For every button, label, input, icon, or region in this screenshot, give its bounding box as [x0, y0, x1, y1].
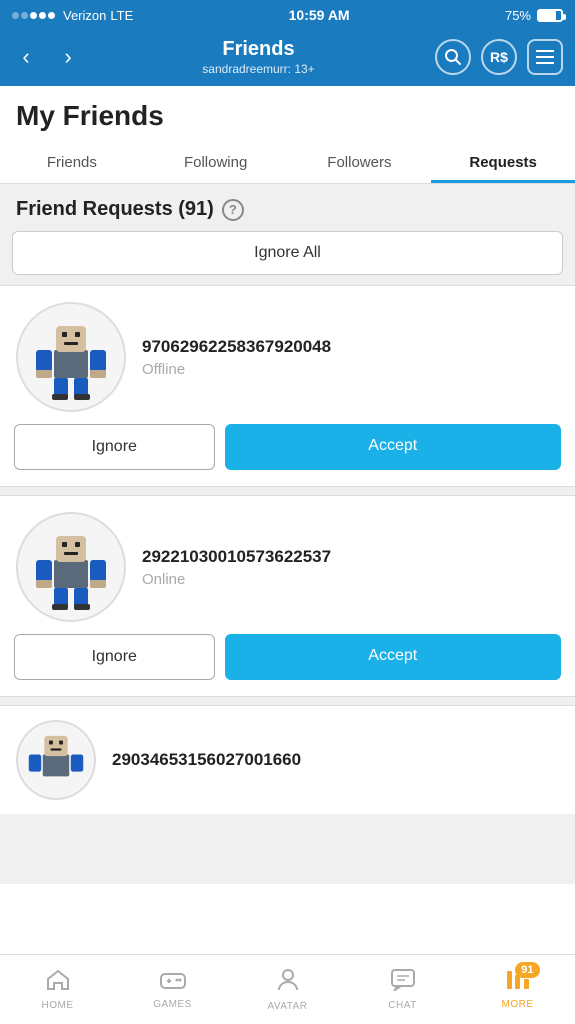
avatar-partial	[16, 720, 96, 800]
dot-3	[30, 12, 37, 19]
status-left: Verizon LTE	[12, 8, 133, 23]
request-card-1: 97062962258367920048 Offline Ignore Acce…	[0, 285, 575, 487]
header-nav: ‹ ›	[12, 44, 82, 70]
nav-more-label: MORE	[502, 999, 534, 1010]
accept-button-2[interactable]: Accept	[225, 634, 562, 680]
robux-icon: R$	[490, 49, 508, 65]
accept-button-1[interactable]: Accept	[225, 424, 562, 470]
status-right: 75%	[505, 8, 563, 23]
home-icon	[46, 969, 70, 997]
roblox-avatar-svg-partial	[21, 725, 91, 795]
user-info-1: 97062962258367920048 Offline	[142, 337, 559, 378]
tab-bar: Friends Following Followers Requests	[0, 142, 575, 184]
roblox-avatar-svg-1	[26, 312, 116, 402]
tab-following[interactable]: Following	[144, 142, 288, 183]
avatar-1	[16, 302, 126, 412]
header-subtitle: sandradreemurr: 13+	[202, 62, 314, 76]
games-icon	[160, 970, 186, 996]
nav-avatar-label: AVATAR	[267, 1001, 307, 1012]
nav-more[interactable]: 91 MORE	[460, 955, 575, 1024]
chat-icon	[391, 969, 415, 997]
section-header: Friend Requests (91) ?	[0, 184, 575, 231]
bottom-nav: HOME GAMES AVATAR	[0, 954, 575, 1024]
network-type: LTE	[110, 8, 133, 23]
header-actions: R$	[435, 39, 563, 75]
user-info-2: 29221030010573622537 Online	[142, 547, 559, 588]
nav-home[interactable]: HOME	[0, 955, 115, 1024]
request-card-2: 29221030010573622537 Online Ignore Accep…	[0, 495, 575, 697]
nav-home-label: HOME	[42, 1000, 74, 1011]
back-button[interactable]: ‹	[12, 44, 40, 70]
section-title: Friend Requests (91)	[16, 198, 214, 221]
username-1: 97062962258367920048	[142, 337, 559, 357]
card-actions-2: Ignore Accept	[0, 634, 575, 696]
username-partial: 29034653156027001660	[112, 750, 559, 770]
menu-icon	[536, 50, 554, 64]
signal-dots	[12, 12, 55, 19]
card-actions-1: Ignore Accept	[0, 424, 575, 486]
app-header: ‹ › Friends sandradreemurr: 13+ R$	[0, 30, 575, 86]
help-icon[interactable]: ?	[222, 199, 244, 221]
nav-chat-label: CHAT	[388, 1000, 416, 1011]
robux-button[interactable]: R$	[481, 39, 517, 75]
status-1: Offline	[142, 361, 559, 378]
forward-button[interactable]: ›	[54, 44, 82, 70]
page-title: My Friends	[0, 86, 575, 142]
search-button[interactable]	[435, 39, 471, 75]
dot-1	[12, 12, 19, 19]
main-content: Friend Requests (91) ? Ignore All	[0, 184, 575, 884]
roblox-avatar-svg-2	[26, 522, 116, 612]
nav-chat[interactable]: CHAT	[345, 955, 460, 1024]
ignore-all-button[interactable]: Ignore All	[12, 231, 563, 275]
card-info-2: 29221030010573622537 Online	[0, 496, 575, 634]
avatar-icon	[277, 968, 299, 998]
tab-requests[interactable]: Requests	[431, 142, 575, 183]
header-title: Friends	[202, 38, 314, 61]
more-badge-container: 91	[506, 970, 530, 996]
tab-friends[interactable]: Friends	[0, 142, 144, 183]
battery-percent: 75%	[505, 8, 531, 23]
avatar-2	[16, 512, 126, 622]
nav-games[interactable]: GAMES	[115, 955, 230, 1024]
battery-icon	[537, 9, 563, 22]
ignore-button-1[interactable]: Ignore	[14, 424, 215, 470]
search-icon	[444, 48, 462, 66]
request-card-partial: 29034653156027001660	[0, 705, 575, 814]
tab-followers[interactable]: Followers	[288, 142, 432, 183]
ignore-button-2[interactable]: Ignore	[14, 634, 215, 680]
user-info-partial: 29034653156027001660	[112, 750, 559, 770]
carrier-label: Verizon	[63, 8, 106, 23]
nav-avatar[interactable]: AVATAR	[230, 955, 345, 1024]
card-info-1: 97062962258367920048 Offline	[0, 286, 575, 424]
username-2: 29221030010573622537	[142, 547, 559, 567]
battery-fill	[539, 11, 556, 20]
dot-2	[21, 12, 28, 19]
nav-games-label: GAMES	[153, 999, 192, 1010]
dot-4	[39, 12, 46, 19]
dot-5	[48, 12, 55, 19]
header-title-block: Friends sandradreemurr: 13+	[202, 38, 314, 76]
more-badge: 91	[515, 962, 539, 978]
clock: 10:59 AM	[289, 7, 350, 23]
status-bar: Verizon LTE 10:59 AM 75%	[0, 0, 575, 30]
status-2: Online	[142, 571, 559, 588]
menu-button[interactable]	[527, 39, 563, 75]
